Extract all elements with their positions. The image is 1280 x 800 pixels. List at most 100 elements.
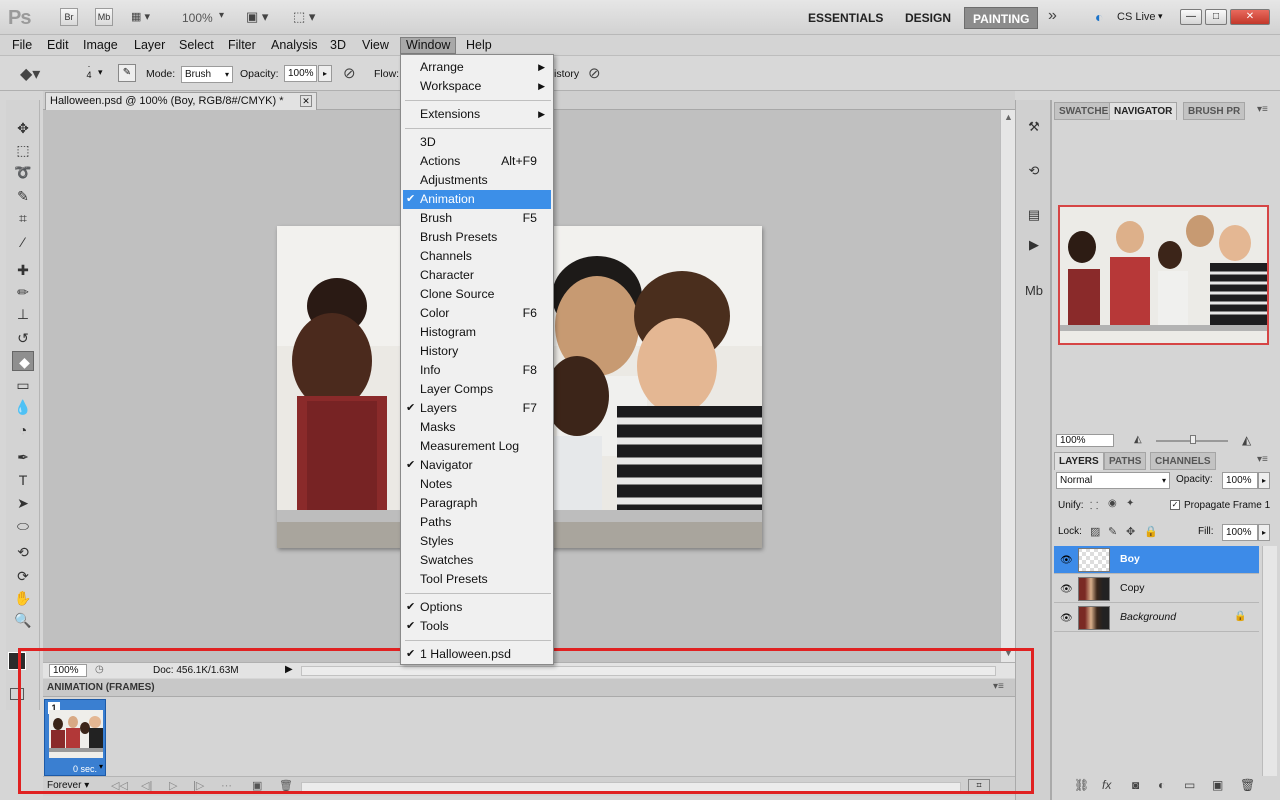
hand-tool-icon[interactable]: ✋ — [12, 588, 34, 608]
opacity-input[interactable]: 100% — [284, 65, 317, 82]
lock-all-icon[interactable]: 🔒 — [1144, 525, 1158, 538]
3d-orbit-tool-icon[interactable]: ⟳ — [12, 566, 34, 586]
window-menu-item-navigator[interactable]: ✔ Navigator — [403, 456, 551, 475]
window-menu-item-tool-presets[interactable]: Tool Presets — [403, 570, 551, 589]
navigator-menu-icon[interactable]: ▾≡ — [1257, 104, 1268, 115]
add-mask-icon[interactable]: ◙ — [1132, 778, 1139, 792]
erase-to-history-label[interactable]: istory — [554, 68, 579, 80]
window-menu-item-paragraph[interactable]: Paragraph — [403, 494, 551, 513]
navigator-preview[interactable] — [1058, 205, 1269, 345]
eraser-tool-icon[interactable]: ◆ — [12, 351, 34, 371]
window-menu-item-workspace[interactable]: Workspace ▶ — [403, 77, 551, 96]
window-menu-item-clone-source[interactable]: Clone Source — [403, 285, 551, 304]
move-tool-icon[interactable]: ✥ — [12, 118, 34, 138]
window-menu-item-info[interactable]: Info F8 — [403, 361, 551, 380]
menu-3d[interactable]: 3D — [325, 37, 351, 54]
scroll-up-icon[interactable]: ▲ — [1004, 112, 1013, 122]
brush-picker-dropdown-icon[interactable]: ▾ — [98, 67, 103, 78]
minimize-button[interactable]: — — [1180, 9, 1202, 25]
arrange-documents-icon[interactable]: ▣ ▾ — [246, 9, 268, 25]
zoom-tool-icon[interactable]: 🔍 — [12, 610, 34, 630]
tab-swatches[interactable]: SWATCHE — [1054, 102, 1114, 120]
window-menu-item-histogram[interactable]: Histogram — [403, 323, 551, 342]
blend-mode-select[interactable]: Normal ▾ — [1056, 472, 1170, 489]
blur-tool-icon[interactable]: 💧 — [12, 397, 34, 417]
eraser-tool-preset-icon[interactable]: ◆▾ — [20, 64, 40, 84]
bridge-button[interactable]: Br — [60, 8, 78, 26]
tab-channels[interactable]: CHANNELS — [1150, 452, 1216, 470]
more-workspaces-icon[interactable]: » — [1048, 7, 1057, 25]
maximize-button[interactable]: □ — [1205, 9, 1227, 25]
lasso-tool-icon[interactable]: ➰ — [12, 162, 34, 182]
zoom-dropdown-icon[interactable]: ▾ — [219, 10, 224, 21]
fill-input[interactable]: 100% — [1222, 524, 1258, 541]
window-menu-item-swatches[interactable]: Swatches — [403, 551, 551, 570]
link-layers-icon[interactable]: ⛓ — [1074, 778, 1089, 792]
layer-name-copy[interactable]: Copy — [1120, 582, 1145, 594]
vertical-scrollbar[interactable]: ▲ ▼ — [1000, 110, 1015, 662]
window-menu-item-measurement-log[interactable]: Measurement Log — [403, 437, 551, 456]
menu-file[interactable]: File — [7, 37, 37, 54]
window-menu-item-animation[interactable]: ✔ Animation — [403, 190, 551, 209]
unify-position-icon[interactable]: ⸬ — [1090, 498, 1098, 512]
eyedropper-tool-icon[interactable]: ⁄ — [12, 232, 34, 252]
view-extras-button[interactable]: ▦ ▾ — [131, 10, 171, 26]
dodge-tool-icon[interactable]: ◔ — [12, 420, 34, 440]
document-tab[interactable]: Halloween.psd @ 100% (Boy, RGB/8#/CMYK) … — [45, 92, 317, 110]
layer-row-copy[interactable]: 👁 Copy — [1054, 575, 1259, 603]
tab-paths[interactable]: PATHS — [1104, 452, 1147, 470]
workspace-painting[interactable]: PAINTING — [964, 7, 1039, 29]
pen-tool-icon[interactable]: ✒ — [12, 447, 34, 467]
opacity-slider-button[interactable]: ▸ — [318, 65, 332, 82]
menu-window[interactable]: Window — [400, 37, 457, 54]
zoom-slider-thumb[interactable] — [1190, 435, 1196, 444]
window-menu-item-notes[interactable]: Notes — [403, 475, 551, 494]
window-menu-item-1-halloween-psd[interactable]: ✔ 1 Halloween.psd — [403, 645, 551, 664]
menu-image[interactable]: Image — [78, 37, 123, 54]
window-menu-item-actions[interactable]: Actions Alt+F9 — [403, 152, 551, 171]
type-tool-icon[interactable]: T — [12, 470, 34, 490]
window-menu-item-character[interactable]: Character — [403, 266, 551, 285]
fill-slider-button[interactable]: ▸ — [1258, 524, 1270, 541]
window-menu-item-tools[interactable]: ✔ Tools — [403, 617, 551, 636]
layer-name-background[interactable]: Background — [1120, 611, 1176, 623]
tab-brush-presets[interactable]: BRUSH PR — [1183, 102, 1246, 120]
window-menu-item-layers[interactable]: ✔ Layers F7 — [403, 399, 551, 418]
window-menu-item-extensions[interactable]: Extensions ▶ — [403, 105, 551, 124]
mini-bridge-button[interactable]: Mb — [95, 8, 113, 26]
close-button[interactable]: ✕ — [1230, 9, 1270, 25]
window-menu-item-paths[interactable]: Paths — [403, 513, 551, 532]
menu-filter[interactable]: Filter — [223, 37, 261, 54]
mode-select[interactable]: Brush ▾ — [181, 66, 233, 83]
window-menu-item-adjustments[interactable]: Adjustments — [403, 171, 551, 190]
menu-layer[interactable]: Layer — [129, 37, 170, 54]
new-group-icon[interactable]: ▭ — [1184, 778, 1195, 792]
zoom-level-select[interactable]: 100% — [182, 11, 213, 25]
mini-bridge-panel-icon[interactable]: Mb — [1022, 280, 1046, 302]
propagate-checkbox[interactable]: ✓ — [1170, 500, 1180, 510]
navigator-zoom-input[interactable]: 100% — [1056, 434, 1114, 447]
window-menu-item-masks[interactable]: Masks — [403, 418, 551, 437]
menu-help[interactable]: Help — [461, 37, 497, 54]
visibility-eye-icon[interactable]: 👁 — [1060, 555, 1073, 566]
window-menu-item-styles[interactable]: Styles — [403, 532, 551, 551]
window-menu-item-brush[interactable]: Brush F5 — [403, 209, 551, 228]
layer-opacity-slider-button[interactable]: ▸ — [1258, 472, 1270, 489]
window-menu-item-channels[interactable]: Channels — [403, 247, 551, 266]
tool-presets-icon[interactable]: ⚒ — [1022, 116, 1046, 138]
zoom-in-icon[interactable]: ◭ — [1242, 433, 1251, 447]
window-menu-item-arrange[interactable]: Arrange ▶ — [403, 58, 551, 77]
layer-row-background[interactable]: 👁 Background 🔒 — [1054, 604, 1259, 632]
history-brush-tool-icon[interactable]: ↺ — [12, 328, 34, 348]
tablet-pressure-opacity-icon[interactable]: ⊘ — [343, 64, 356, 82]
window-menu-item-brush-presets[interactable]: Brush Presets — [403, 228, 551, 247]
shape-tool-icon[interactable]: ⬭ — [12, 516, 34, 536]
layers-menu-icon[interactable]: ▾≡ — [1257, 454, 1268, 465]
tab-layers[interactable]: LAYERS — [1054, 452, 1104, 470]
unify-visibility-icon[interactable]: ◉ — [1108, 498, 1117, 509]
history-panel-icon[interactable]: ⟲ — [1022, 160, 1046, 182]
actions-panel-icon[interactable]: ▶ — [1022, 234, 1046, 256]
layers-scrollbar[interactable] — [1262, 546, 1277, 776]
adjustment-layer-icon[interactable]: ◐ — [1158, 778, 1165, 792]
new-layer-icon[interactable]: ▣ — [1212, 778, 1223, 792]
